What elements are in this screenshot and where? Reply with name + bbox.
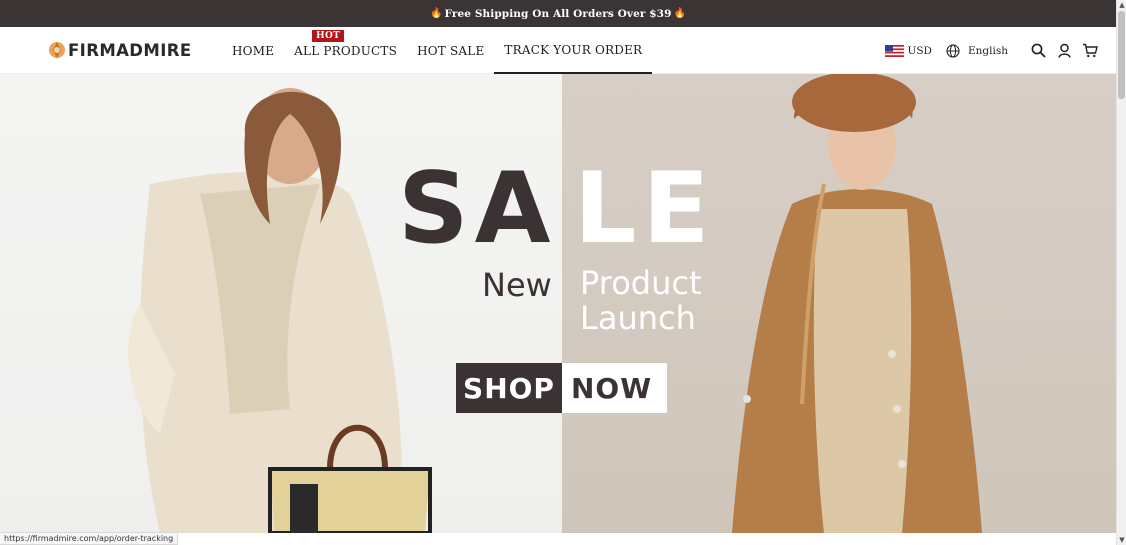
nav-hot-sale[interactable]: HOT SALE (407, 27, 494, 74)
us-flag-icon (884, 44, 904, 57)
account-icon[interactable] (1056, 43, 1072, 59)
model-fur-coat-image (128, 88, 432, 533)
status-url-tooltip: https://firmadmire.com/app/order-trackin… (0, 532, 179, 545)
logo-mark-icon (49, 42, 65, 58)
hero-sub-product: Product (580, 264, 702, 302)
hero-sub-new: New (482, 266, 552, 304)
logo-text: FIRMADMIRE (68, 40, 192, 60)
search-icon[interactable] (1030, 43, 1046, 59)
globe-icon (946, 43, 960, 58)
scroll-down-arrow-icon[interactable]: ▼ (1118, 535, 1126, 545)
currency-label: USD (907, 44, 932, 57)
shop-now-button[interactable]: SHOP NOW (456, 363, 667, 413)
flame-icon: 🔥 (429, 8, 443, 19)
announcement-bar: 🔥 Free Shipping On All Orders Over $39 🔥 (0, 0, 1116, 27)
hero-banner[interactable]: SA LE New Product Launch SHOP NOW (0, 74, 1116, 533)
hot-badge: HOT (312, 30, 345, 42)
sale-headline-light: LE (574, 152, 716, 266)
main-nav: HOME HOT ALL PRODUCTS HOT SALE TRACK YOU… (222, 27, 653, 74)
nav-home-label: HOME (232, 43, 275, 58)
nav-track-order-label: TRACK YOUR ORDER (504, 42, 643, 57)
hero-sub-product-launch: Product Launch (580, 266, 702, 336)
shop-now-button-now: NOW (562, 363, 667, 413)
site-header: FIRMADMIRE HOME HOT ALL PRODUCTS HOT SAL… (0, 27, 1116, 74)
announcement-text: Free Shipping On All Orders Over $39 (444, 7, 672, 20)
nav-all-products-label: ALL PRODUCTS (294, 43, 398, 58)
language-label: English (967, 44, 1008, 57)
hero-sub-launch: Launch (580, 299, 696, 337)
scrollbar-thumb[interactable] (1118, 11, 1125, 99)
shop-now-button-shop: SHOP (456, 363, 562, 413)
hero-left-panel (0, 74, 562, 533)
logo[interactable]: FIRMADMIRE (47, 40, 192, 60)
language-selector[interactable]: English (946, 43, 1008, 58)
nav-all-products[interactable]: HOT ALL PRODUCTS (284, 27, 407, 74)
currency-selector[interactable]: USD (884, 44, 932, 57)
scroll-up-arrow-icon[interactable]: ▲ (1118, 0, 1126, 10)
vertical-scrollbar[interactable]: ▲ ▼ (1116, 0, 1126, 545)
nav-hot-sale-label: HOT SALE (417, 43, 485, 58)
header-utilities: USD English (884, 27, 1099, 74)
nav-home[interactable]: HOME (222, 27, 284, 74)
sale-headline-dark: SA (398, 152, 557, 266)
nav-track-order[interactable]: TRACK YOUR ORDER (494, 27, 653, 74)
flame-icon: 🔥 (673, 8, 687, 19)
cart-icon[interactable] (1082, 43, 1098, 59)
